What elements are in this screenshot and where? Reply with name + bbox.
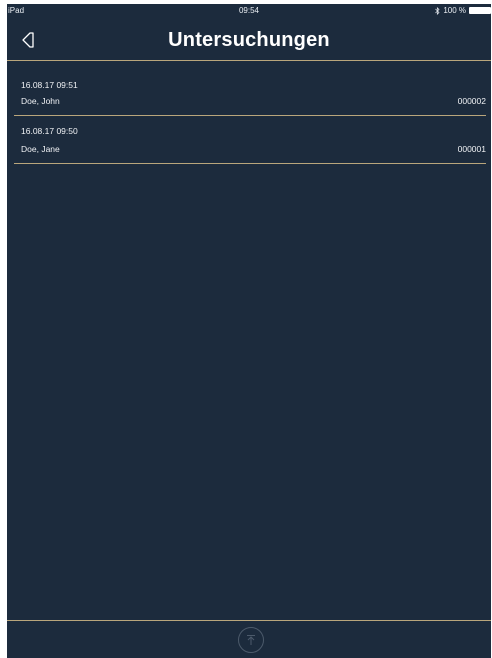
upload-button[interactable] bbox=[238, 627, 264, 653]
page-title: Untersuchungen bbox=[168, 29, 330, 51]
status-right: 100 % bbox=[435, 4, 491, 17]
examination-list: 16.08.17 09:51 Doe, John 000002 16.08.17… bbox=[14, 61, 486, 164]
table-row[interactable]: 16.08.17 09:50 Doe, Jane 000001 bbox=[14, 116, 486, 164]
patient-name: Doe, John bbox=[21, 96, 60, 106]
exam-id: 000001 bbox=[457, 144, 486, 154]
status-bar: iPad 09:54 100 % bbox=[7, 4, 491, 17]
battery-percent: 100 % bbox=[443, 6, 466, 15]
app-screen: iPad 09:54 100 % Untersuchungen 16.08.17… bbox=[7, 4, 491, 658]
toolbar-divider bbox=[7, 620, 491, 621]
exam-datetime: 16.08.17 09:50 bbox=[21, 126, 78, 136]
patient-name: Doe, Jane bbox=[21, 144, 60, 154]
status-time: 09:54 bbox=[238, 6, 260, 15]
exam-id: 000002 bbox=[457, 96, 486, 106]
table-row[interactable]: 16.08.17 09:51 Doe, John 000002 bbox=[14, 61, 486, 116]
bluetooth-icon bbox=[435, 6, 440, 15]
nav-bar: Untersuchungen bbox=[7, 17, 491, 61]
battery-icon bbox=[469, 7, 491, 14]
exam-datetime: 16.08.17 09:51 bbox=[21, 80, 78, 90]
battery-fill bbox=[470, 8, 490, 13]
upload-icon bbox=[247, 635, 255, 645]
